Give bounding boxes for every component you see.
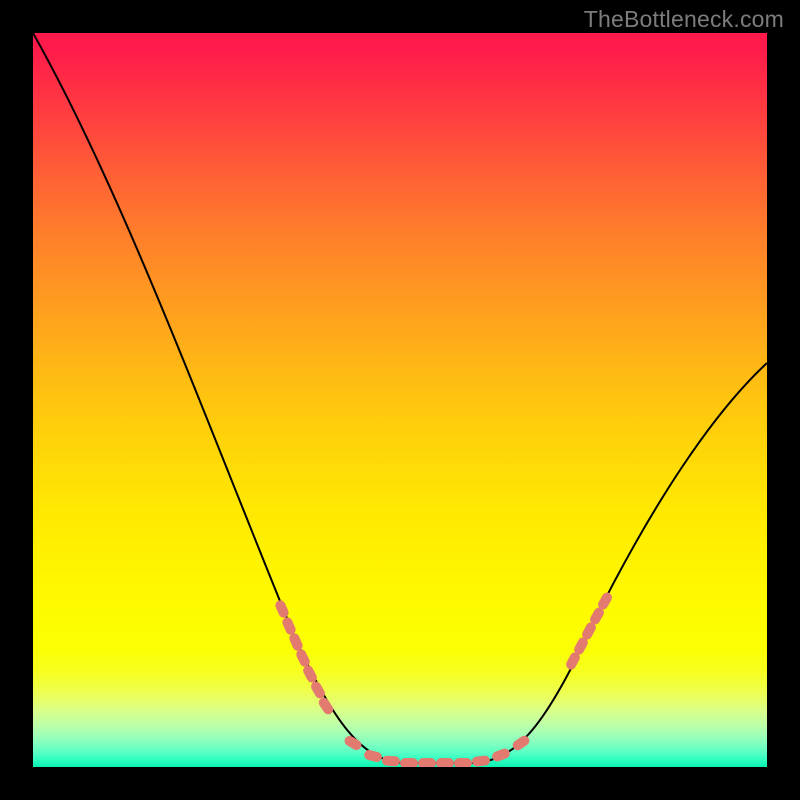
watermark-text: TheBottleneck.com <box>584 6 784 33</box>
bottleneck-curve <box>33 33 767 763</box>
curve-marker <box>418 758 436 767</box>
curve-marker <box>400 758 418 767</box>
curve-marker <box>274 599 290 620</box>
curve-marker <box>288 632 304 653</box>
curve-layer <box>33 33 767 767</box>
curve-marker <box>454 758 472 767</box>
curve-marker <box>472 755 491 767</box>
curve-marker <box>436 758 454 767</box>
chart-frame: TheBottleneck.com <box>0 0 800 800</box>
curve-marker <box>382 755 401 766</box>
curve-marker <box>281 616 297 637</box>
plot-area <box>33 33 767 767</box>
curve-marker <box>317 696 335 717</box>
marker-layer <box>274 591 614 767</box>
curve-marker <box>363 749 383 763</box>
curve-marker <box>511 734 532 752</box>
curve-marker <box>491 747 511 763</box>
